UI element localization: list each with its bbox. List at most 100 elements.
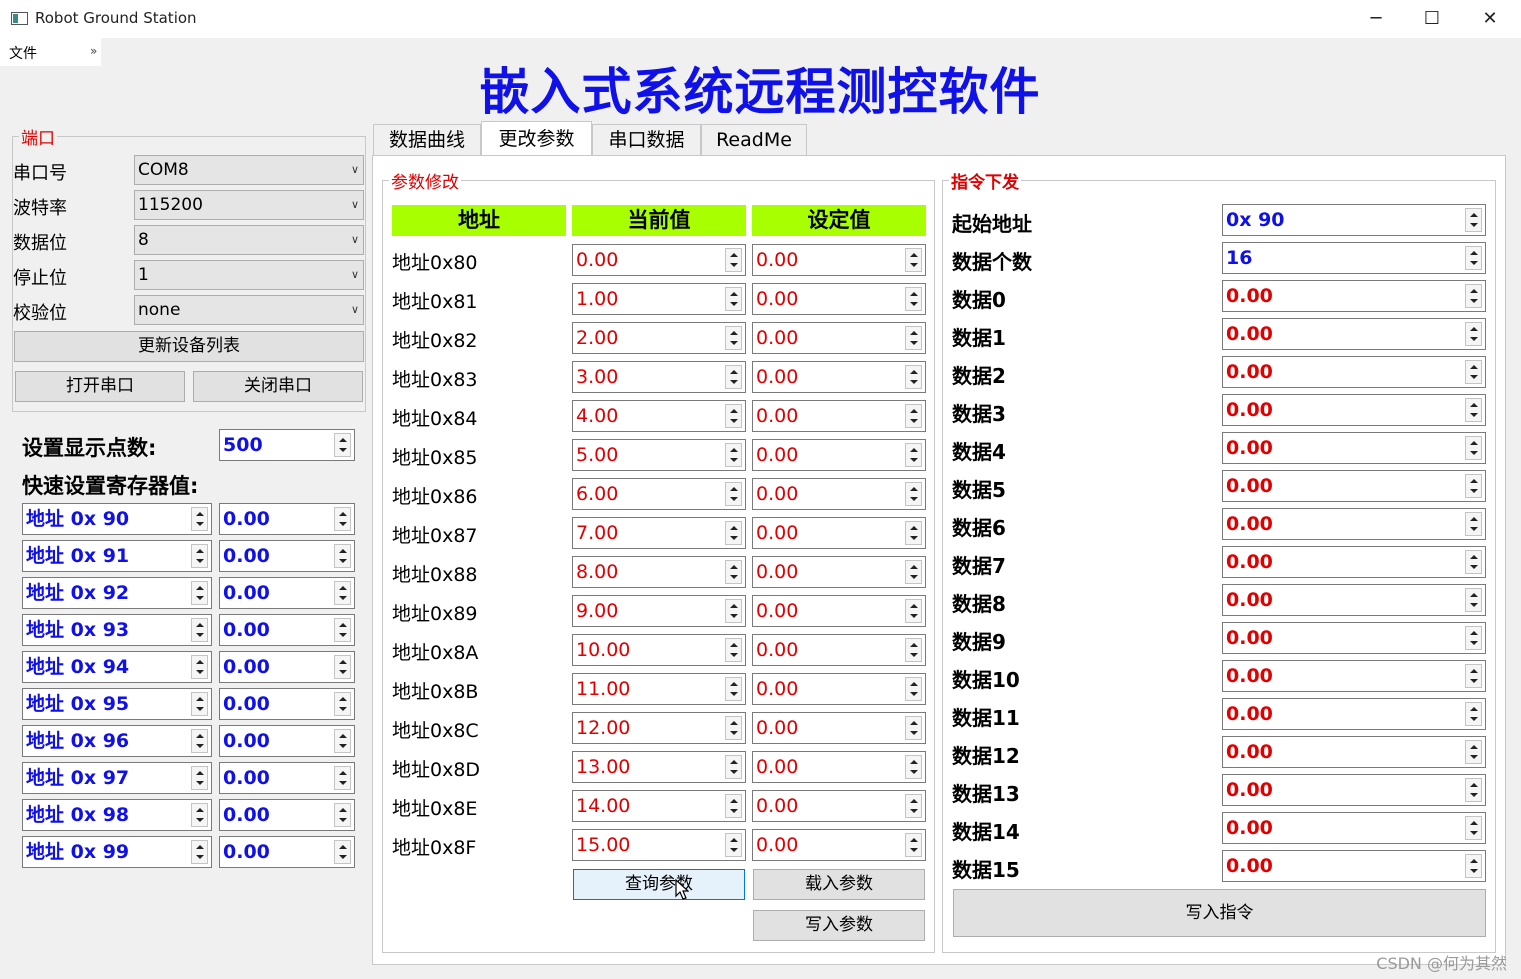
quick-register-address[interactable]: 地址 0x 95 <box>22 688 212 720</box>
spin-arrows-icon[interactable] <box>1465 816 1482 840</box>
param-current[interactable]: 8.00 <box>572 556 746 588</box>
spin-arrows-icon[interactable] <box>334 692 351 716</box>
spin-arrows-icon[interactable] <box>905 404 922 428</box>
param-set[interactable]: 0.00 <box>752 439 926 471</box>
command-data[interactable]: 0.00 <box>1222 318 1486 350</box>
spin-arrows-icon[interactable] <box>725 248 742 272</box>
spin-arrows-icon[interactable] <box>1465 246 1482 270</box>
menu-file[interactable]: 文件 <box>9 43 37 63</box>
spin-arrows-icon[interactable] <box>191 581 208 605</box>
command-data[interactable]: 0.00 <box>1222 812 1486 844</box>
spin-arrows-icon[interactable] <box>1465 854 1482 878</box>
quick-register-value[interactable]: 0.00 <box>219 614 355 646</box>
param-set[interactable]: 0.00 <box>752 751 926 783</box>
quick-register-value[interactable]: 0.00 <box>219 799 355 831</box>
spin-arrows-icon[interactable] <box>725 638 742 662</box>
quick-register-value[interactable]: 0.00 <box>219 836 355 868</box>
spin-arrows-icon[interactable] <box>1465 664 1482 688</box>
param-current[interactable]: 12.00 <box>572 712 746 744</box>
tab-item[interactable]: 更改参数 <box>481 121 592 156</box>
quick-register-address[interactable]: 地址 0x 97 <box>22 762 212 794</box>
command-data[interactable]: 0.00 <box>1222 508 1486 540</box>
port-field-combo[interactable]: none ∨ <box>134 295 364 325</box>
spin-arrows-icon[interactable] <box>334 544 351 568</box>
command-data[interactable]: 0.00 <box>1222 470 1486 502</box>
spin-arrows-icon[interactable] <box>334 655 351 679</box>
spin-arrows-icon[interactable] <box>725 755 742 779</box>
param-current[interactable]: 7.00 <box>572 517 746 549</box>
param-set[interactable]: 0.00 <box>752 829 926 861</box>
quick-register-value[interactable]: 0.00 <box>219 540 355 572</box>
spin-arrows-icon[interactable] <box>905 755 922 779</box>
command-data[interactable]: 0.00 <box>1222 584 1486 616</box>
spin-arrows-icon[interactable] <box>191 618 208 642</box>
spin-arrows-icon[interactable] <box>905 599 922 623</box>
menu-overflow-icon[interactable]: » <box>90 44 97 58</box>
command-data[interactable]: 0.00 <box>1222 356 1486 388</box>
spin-arrows-icon[interactable] <box>725 521 742 545</box>
quick-register-address[interactable]: 地址 0x 92 <box>22 577 212 609</box>
spin-arrows-icon[interactable] <box>905 287 922 311</box>
spin-arrows-icon[interactable] <box>1465 474 1482 498</box>
spin-arrows-icon[interactable] <box>334 618 351 642</box>
load-params-button[interactable]: 载入参数 <box>753 869 925 900</box>
spin-arrows-icon[interactable] <box>905 560 922 584</box>
spin-arrows-icon[interactable] <box>1465 588 1482 612</box>
spin-arrows-icon[interactable] <box>905 677 922 701</box>
write-command-button[interactable]: 写入指令 <box>953 889 1486 937</box>
spin-arrows-icon[interactable] <box>905 716 922 740</box>
spin-arrows-icon[interactable] <box>1465 208 1482 232</box>
query-params-button[interactable]: 查询参数 <box>573 869 745 900</box>
spin-arrows-icon[interactable] <box>191 840 208 864</box>
command-data[interactable]: 0.00 <box>1222 698 1486 730</box>
quick-register-value[interactable]: 0.00 <box>219 651 355 683</box>
spin-arrows-icon[interactable] <box>1465 512 1482 536</box>
param-set[interactable]: 0.00 <box>752 400 926 432</box>
quick-register-address[interactable]: 地址 0x 96 <box>22 725 212 757</box>
spin-arrows-icon[interactable] <box>1465 740 1482 764</box>
param-set[interactable]: 0.00 <box>752 673 926 705</box>
spin-arrows-icon[interactable] <box>725 482 742 506</box>
spin-arrows-icon[interactable] <box>191 803 208 827</box>
tab-item[interactable]: 串口数据 <box>592 124 701 156</box>
close-button[interactable]: ✕ <box>1461 0 1519 38</box>
spin-arrows-icon[interactable] <box>905 482 922 506</box>
spin-arrows-icon[interactable] <box>1465 322 1482 346</box>
quick-register-address[interactable]: 地址 0x 99 <box>22 836 212 868</box>
port-field-combo[interactable]: 1 ∨ <box>134 260 364 290</box>
quick-register-value[interactable]: 0.00 <box>219 577 355 609</box>
param-current[interactable]: 9.00 <box>572 595 746 627</box>
param-set[interactable]: 0.00 <box>752 556 926 588</box>
quick-register-value[interactable]: 0.00 <box>219 503 355 535</box>
spin-arrows-icon[interactable] <box>191 507 208 531</box>
spin-arrows-icon[interactable] <box>905 521 922 545</box>
spin-arrows-icon[interactable] <box>191 729 208 753</box>
quick-register-value[interactable]: 0.00 <box>219 725 355 757</box>
spin-arrows-icon[interactable] <box>1465 626 1482 650</box>
spin-arrows-icon[interactable] <box>191 766 208 790</box>
spin-arrows-icon[interactable] <box>725 833 742 857</box>
param-set[interactable]: 0.00 <box>752 595 926 627</box>
param-current[interactable]: 6.00 <box>572 478 746 510</box>
param-set[interactable]: 0.00 <box>752 712 926 744</box>
command-data[interactable]: 0.00 <box>1222 280 1486 312</box>
command-data[interactable]: 0.00 <box>1222 850 1486 882</box>
param-current[interactable]: 10.00 <box>572 634 746 666</box>
spin-arrows-icon[interactable] <box>1465 436 1482 460</box>
spin-arrows-icon[interactable] <box>905 365 922 389</box>
data-count-spinbox[interactable]: 16 <box>1222 242 1486 274</box>
param-set[interactable]: 0.00 <box>752 517 926 549</box>
param-current[interactable]: 13.00 <box>572 751 746 783</box>
param-current[interactable]: 0.00 <box>572 244 746 276</box>
port-field-combo[interactable]: 115200 ∨ <box>134 190 364 220</box>
quick-register-value[interactable]: 0.00 <box>219 762 355 794</box>
spin-arrows-icon[interactable] <box>905 326 922 350</box>
command-data[interactable]: 0.00 <box>1222 394 1486 426</box>
param-current[interactable]: 1.00 <box>572 283 746 315</box>
start-address-spinbox[interactable]: 0x 90 <box>1222 204 1486 236</box>
spin-arrows-icon[interactable] <box>1465 398 1482 422</box>
points-spinbox[interactable]: 500 <box>219 429 355 461</box>
command-data[interactable]: 0.00 <box>1222 622 1486 654</box>
spin-arrows-icon[interactable] <box>725 404 742 428</box>
spin-arrows-icon[interactable] <box>905 248 922 272</box>
